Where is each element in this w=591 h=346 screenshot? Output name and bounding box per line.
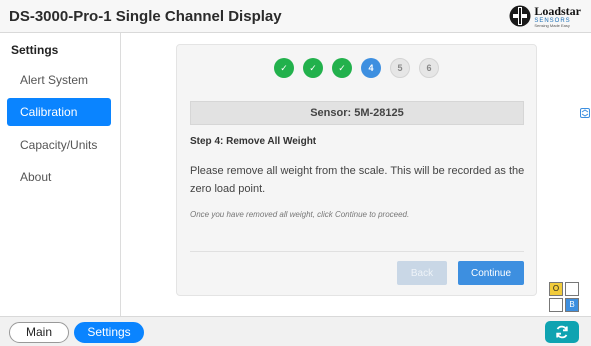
sidebar-item-alert-system[interactable]: Alert System — [7, 66, 111, 94]
tab-main[interactable]: Main — [9, 322, 69, 343]
refresh-icon — [556, 325, 568, 339]
sidebar-item-about[interactable]: About — [7, 163, 111, 191]
footer-bar: Main Settings — [0, 316, 591, 346]
grid-cell-3 — [549, 298, 563, 312]
step-1-complete: ✓ — [274, 58, 294, 78]
app-header: DS-3000-Pro-1 Single Channel Display Loa… — [0, 0, 591, 33]
loadstar-logo-mark — [509, 5, 531, 27]
sensor-label: Sensor: 5M-28125 — [190, 101, 524, 125]
grid-cell-4: B — [565, 298, 579, 312]
logo-tagline: Sensing Made Easy — [534, 22, 570, 28]
step-6-pending: 6 — [419, 58, 439, 78]
calibration-wizard-card: ✓ ✓ ✓ 4 5 6 Sensor: 5M-28125 Step 4: Rem… — [176, 44, 537, 296]
wizard-step-indicator: ✓ ✓ ✓ 4 5 6 — [177, 58, 536, 80]
step-2-complete: ✓ — [303, 58, 323, 78]
display-grid-indicator[interactable]: O B — [549, 282, 581, 314]
logo-name: Loadstar — [534, 3, 581, 18]
refresh-button[interactable] — [545, 321, 579, 343]
back-button[interactable]: Back — [397, 261, 447, 285]
step-5-pending: 5 — [390, 58, 410, 78]
grid-cell-1: O — [549, 282, 563, 296]
expand-icon[interactable] — [580, 108, 590, 118]
expand-icon-glyph — [581, 109, 589, 117]
step-3-complete: ✓ — [332, 58, 352, 78]
sidebar-item-capacity-units[interactable]: Capacity/Units — [7, 131, 111, 159]
step-title: Step 4: Remove All Weight — [190, 136, 317, 147]
step-instruction: Please remove all weight from the scale.… — [190, 165, 525, 195]
continue-button[interactable]: Continue — [458, 261, 524, 285]
step-4-current: 4 — [361, 58, 381, 78]
tab-settings[interactable]: Settings — [74, 322, 144, 343]
sidebar-heading: Settings — [11, 43, 59, 57]
settings-sidebar: Settings Alert System Calibration Capaci… — [0, 33, 121, 316]
step-hint: Once you have removed all weight, click … — [190, 210, 410, 219]
card-divider — [190, 251, 524, 252]
sidebar-item-calibration[interactable]: Calibration — [7, 98, 111, 126]
app-title: DS-3000-Pro-1 Single Channel Display — [9, 8, 282, 25]
grid-cell-2 — [565, 282, 579, 296]
loadstar-logo: Loadstar SENSORS Sensing Made Easy — [509, 4, 581, 28]
